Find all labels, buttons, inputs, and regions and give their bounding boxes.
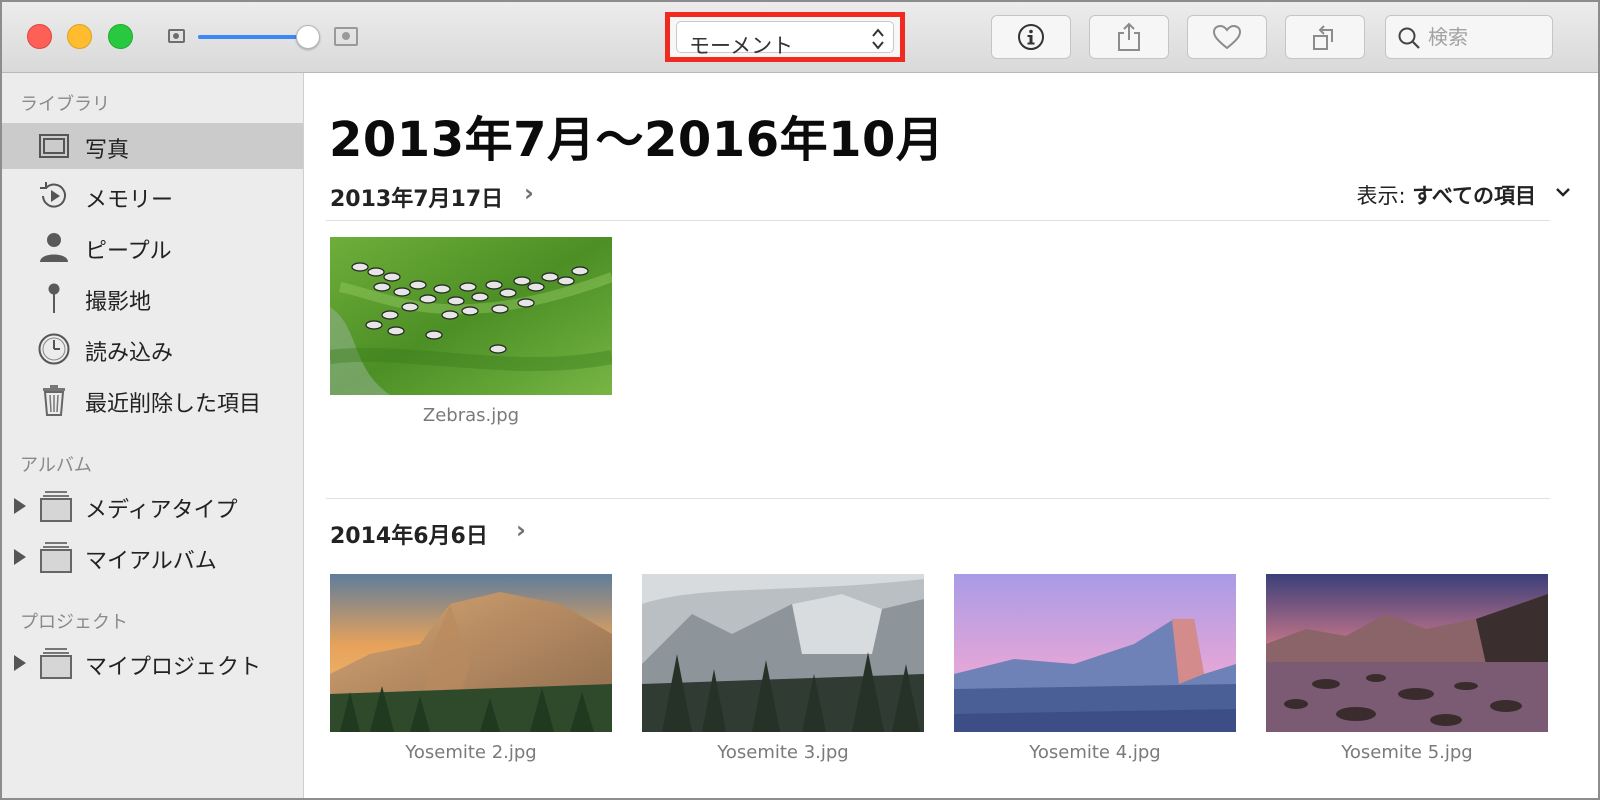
sidebar-item-label: ピープル	[85, 239, 172, 264]
view-select-highlight: モーメント	[665, 12, 905, 62]
album-header: アルバム	[20, 455, 92, 476]
show-filter[interactable]: 表示: すべての項目	[1357, 180, 1536, 210]
small-thumbnail-icon	[168, 29, 185, 43]
photos-window: モーメント 検索 ライブラリ 写真 メモリー ピープル 撮影地 読み込み 最近削…	[0, 0, 1600, 800]
memories-icon	[40, 182, 66, 208]
sidebar-item-label: マイアルバム	[85, 549, 217, 574]
sidebar-item-recently-deleted[interactable]: 最近削除した項目	[2, 377, 303, 423]
chevron-down-icon[interactable]	[1556, 185, 1570, 199]
sidebar-item-photos[interactable]: 写真	[2, 123, 303, 169]
yosemite-4-image	[954, 574, 1236, 732]
updown-chevron-icon	[872, 28, 884, 50]
sidebar-item-my-albums[interactable]: マイアルバム	[2, 534, 303, 580]
sidebar-item-label: 最近削除した項目	[85, 392, 262, 417]
search-icon	[1398, 27, 1420, 49]
show-filter-prefix: 表示:	[1356, 184, 1406, 208]
photos-icon	[39, 134, 69, 158]
view-select-label: モーメント	[689, 34, 794, 58]
search-field[interactable]	[1385, 15, 1553, 59]
album-stack-icon	[40, 648, 72, 679]
photo-thumbnail[interactable]	[330, 574, 612, 732]
share-icon	[1118, 22, 1140, 51]
sidebar-item-label: マイプロジェクト	[85, 655, 262, 680]
pin-icon	[48, 283, 60, 313]
photo-caption: Yosemite 5.jpg	[1341, 742, 1473, 763]
album-stack-icon	[40, 542, 72, 573]
album-stack-icon	[40, 491, 72, 522]
yosemite-2-image	[330, 574, 612, 732]
disclosure-triangle-icon[interactable]	[14, 549, 26, 565]
info-button[interactable]	[991, 15, 1071, 59]
thumbnail-size-slider[interactable]	[198, 24, 328, 50]
sidebar-item-label: メモリー	[85, 188, 174, 213]
sidebar-item-imports[interactable]: 読み込み	[2, 326, 303, 372]
photo-thumbnail[interactable]	[642, 574, 924, 732]
chevron-right-icon[interactable]: ›	[524, 179, 534, 207]
photo-thumbnail[interactable]	[1266, 574, 1548, 732]
sidebar-item-label: 写真	[85, 138, 130, 163]
disclosure-triangle-icon[interactable]	[14, 498, 26, 514]
sidebar-item-label: 撮影地	[85, 290, 152, 315]
divider	[326, 220, 1550, 221]
sidebar-item-media-types[interactable]: メディアタイプ	[2, 483, 303, 529]
disclosure-triangle-icon[interactable]	[14, 655, 26, 671]
divider	[326, 498, 1550, 499]
slider-fill	[198, 35, 308, 39]
heart-icon	[1212, 24, 1242, 50]
rotate-icon	[1313, 25, 1333, 50]
show-filter-value: すべての項目	[1412, 184, 1536, 208]
sidebar-item-my-projects[interactable]: マイプロジェクト	[2, 640, 303, 686]
minimize-button[interactable]	[67, 24, 92, 49]
zebras-image	[330, 237, 612, 395]
project-header: プロジェクト	[20, 612, 128, 633]
moment-header[interactable]: 2014年6月6日	[330, 518, 488, 550]
rotate-button[interactable]	[1285, 15, 1365, 59]
view-select[interactable]: モーメント	[676, 21, 894, 58]
person-icon	[40, 233, 68, 262]
photo-thumbnail[interactable]	[954, 574, 1236, 732]
yosemite-3-image	[642, 574, 924, 732]
sidebar-item-memories[interactable]: メモリー	[2, 173, 303, 219]
toolbar: モーメント	[2, 2, 1598, 73]
photo-caption: Yosemite 3.jpg	[717, 742, 849, 763]
favorite-button[interactable]	[1187, 15, 1267, 59]
search-input[interactable]	[1428, 24, 1543, 50]
sidebar-item-label: メディアタイプ	[85, 498, 238, 523]
yosemite-5-image	[1266, 574, 1548, 732]
close-button[interactable]	[27, 24, 52, 49]
moment-header[interactable]: 2013年7月17日	[330, 181, 503, 213]
info-icon	[1018, 24, 1044, 50]
slider-thumb[interactable]	[296, 25, 320, 49]
page-title: 2013年7月〜2016年10月	[329, 112, 945, 168]
photo-caption: Yosemite 2.jpg	[405, 742, 537, 763]
photo-caption: Zebras.jpg	[422, 405, 520, 426]
sidebar-item-people[interactable]: ピープル	[2, 224, 303, 270]
trash-icon	[43, 385, 65, 416]
large-thumbnail-icon	[334, 27, 358, 46]
zoom-button[interactable]	[108, 24, 133, 49]
photo-caption: Yosemite 4.jpg	[1029, 742, 1161, 763]
clock-icon	[38, 333, 70, 365]
sidebar: ライブラリ 写真 メモリー ピープル 撮影地 読み込み 最近削除した項目 アルバ…	[2, 73, 304, 798]
library-header: ライブラリ	[20, 94, 110, 115]
sidebar-item-label: 読み込み	[85, 341, 174, 366]
photo-thumbnail[interactable]	[330, 237, 612, 395]
share-button[interactable]	[1089, 15, 1169, 59]
sidebar-item-places[interactable]: 撮影地	[2, 275, 303, 321]
chevron-right-icon[interactable]: ›	[516, 516, 526, 544]
photo-grid: 2013年7月〜2016年10月 2013年7月17日 › 表示: すべての項目	[304, 73, 1598, 798]
